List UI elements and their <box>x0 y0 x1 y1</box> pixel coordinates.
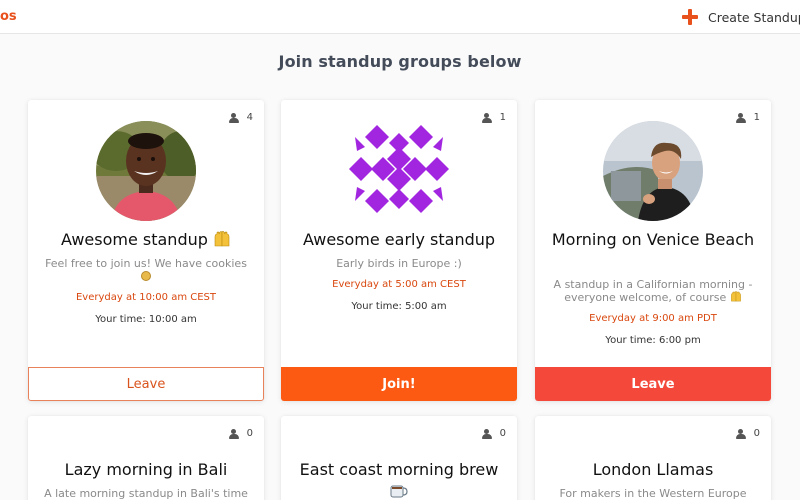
group-title: Morning on Venice Beach <box>551 230 755 249</box>
group-description-text: Feel free to join us! We have cookies <box>45 257 247 270</box>
member-count-value: 4 <box>246 112 253 123</box>
group-title-text: Awesome standup <box>61 230 208 249</box>
group-title: Awesome standup <box>36 229 256 250</box>
standup-card: 4 Awesome standup Feel free to join us! … <box>28 100 264 401</box>
brand-logo-fragment[interactable]: os <box>0 9 17 24</box>
person-icon <box>481 112 492 123</box>
create-standup-button[interactable]: Create Standup G <box>682 7 800 27</box>
group-description: For makers in the Western Europe <box>559 487 747 500</box>
group-description-text: A standup in a Californian morning - eve… <box>553 278 753 304</box>
member-count-value: 0 <box>499 428 506 439</box>
top-navbar: os Create Standup G <box>0 0 800 34</box>
group-title: London Llamas <box>592 460 714 479</box>
member-count-value: 0 <box>753 428 760 439</box>
person-icon <box>735 112 746 123</box>
group-local-time: Your time: 6:00 pm <box>605 335 701 346</box>
group-schedule: Everyday at 5:00 am CEST <box>332 279 466 290</box>
cookie-icon <box>141 271 151 281</box>
standup-card: 1 Morning on Venice Beach A standup in a… <box>535 100 771 401</box>
person-icon <box>228 428 239 439</box>
group-title: Awesome early standup <box>302 230 496 249</box>
member-count: 0 <box>228 428 253 439</box>
standup-card: 1 Awesome early standup Early birds in E… <box>281 100 517 401</box>
group-title: Lazy morning in Bali <box>64 460 228 479</box>
group-schedule: Everyday at 10:00 am CEST <box>75 292 217 303</box>
member-count: 1 <box>481 112 506 123</box>
group-avatar <box>96 121 196 221</box>
member-count: 1 <box>735 112 760 123</box>
member-count-value: 1 <box>499 112 506 123</box>
group-identicon <box>349 121 449 221</box>
member-count: 0 <box>735 428 760 439</box>
create-standup-label: Create Standup G <box>708 9 800 25</box>
group-description: A late morning standup in Bali's time <box>44 487 248 500</box>
group-local-time: Your time: 5:00 am <box>351 301 447 312</box>
person-icon <box>481 428 492 439</box>
group-title-text: East coast morning brew <box>299 460 499 479</box>
group-local-time: Your time: 10:00 am <box>95 314 197 325</box>
person-icon <box>735 428 746 439</box>
standup-card: 0 London Llamas For makers in the Wester… <box>535 416 771 500</box>
member-count: 4 <box>228 112 253 123</box>
group-description: A standup in a Californian morning - eve… <box>549 278 757 304</box>
member-count: 0 <box>481 428 506 439</box>
standup-card: 0 Lazy morning in Bali A late morning st… <box>28 416 264 500</box>
leave-button[interactable]: Leave <box>535 367 771 401</box>
page-heading: Join standup groups below <box>278 52 522 71</box>
group-description: Feel free to join us! We have cookies <box>42 257 250 283</box>
group-description: Early birds in Europe :) <box>336 257 462 270</box>
group-avatar <box>603 121 703 221</box>
plus-icon <box>682 9 698 25</box>
standup-card: 0 East coast morning brew <box>281 416 517 500</box>
group-schedule: Everyday at 9:00 am PDT <box>589 313 717 324</box>
member-count-value: 0 <box>246 428 253 439</box>
leave-button[interactable]: Leave <box>28 367 264 401</box>
person-icon <box>228 112 239 123</box>
raising-hands-icon <box>214 231 230 247</box>
member-count-value: 1 <box>753 112 760 123</box>
coffee-mug-icon <box>390 485 408 498</box>
group-title: East coast morning brew <box>289 459 509 500</box>
raising-hands-icon <box>730 291 741 302</box>
join-button[interactable]: Join! <box>281 367 517 401</box>
